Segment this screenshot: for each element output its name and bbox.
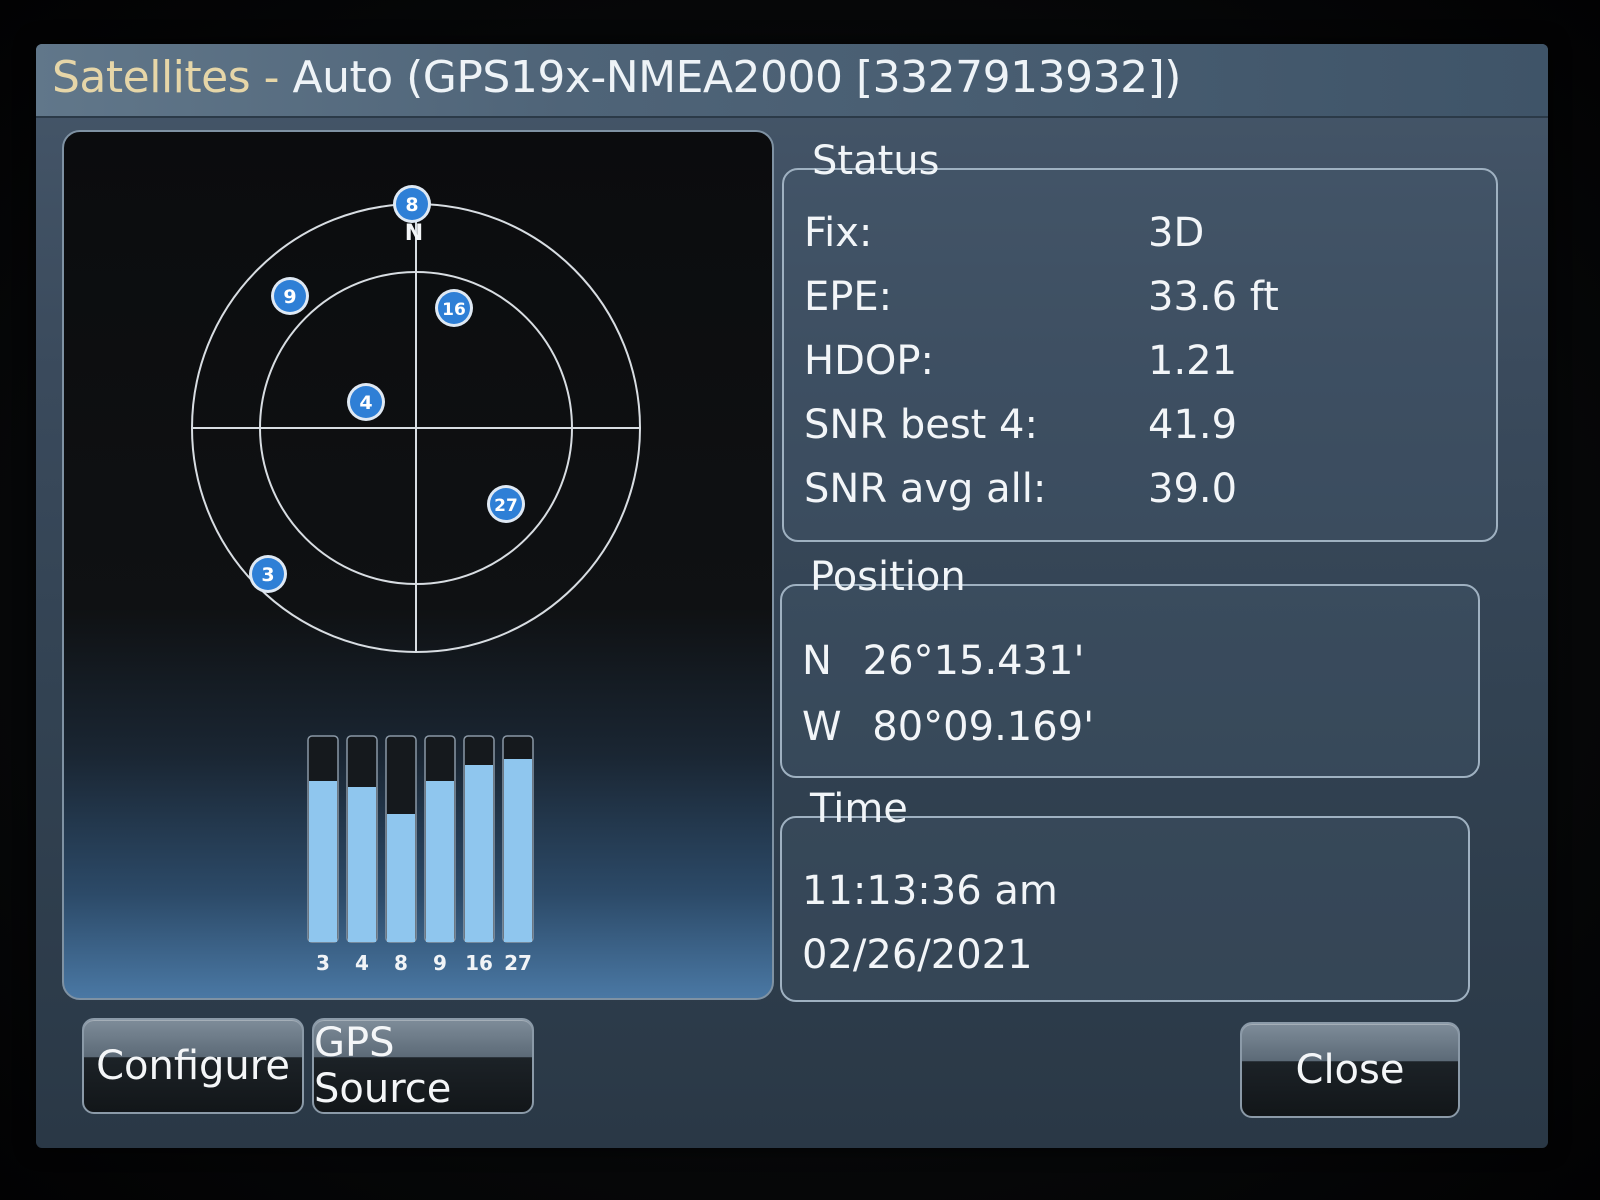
satellite-prn-label: 8 bbox=[405, 194, 418, 216]
snr-avg-label: SNR avg all: bbox=[804, 466, 1047, 512]
satellite-marker-27: 27 bbox=[487, 485, 525, 523]
button-bar: Configure GPS Source Close bbox=[36, 1008, 1548, 1148]
signal-bar-4: 4 bbox=[346, 735, 378, 975]
satellite-marker-16: 16 bbox=[435, 289, 473, 327]
longitude-hemisphere: W bbox=[802, 704, 842, 750]
signal-bar-label: 9 bbox=[433, 951, 447, 975]
signal-bar-label: 4 bbox=[355, 951, 369, 975]
longitude-row: W 80°09.169' bbox=[802, 704, 1094, 750]
date-row: 02/26/2021 bbox=[802, 932, 1033, 978]
title-source: Auto (GPS19x-NMEA2000 [3327913932]) bbox=[292, 52, 1181, 103]
fix-label: Fix: bbox=[804, 210, 873, 256]
title-prefix: Satellites - bbox=[52, 52, 293, 103]
signal-bar-fill bbox=[426, 781, 454, 942]
status-group: Status Fix: 3D EPE: 33.6 ft HDOP: 1.21 S… bbox=[782, 138, 1498, 542]
close-button[interactable]: Close bbox=[1240, 1022, 1460, 1118]
position-group: Position N 26°15.431' W 80°09.169' bbox=[780, 554, 1480, 778]
signal-bar-label: 8 bbox=[394, 951, 408, 975]
signal-bar-fill bbox=[348, 787, 376, 942]
snr-avg-value: 39.0 bbox=[1148, 466, 1238, 512]
epe-value: 33.6 ft bbox=[1148, 274, 1279, 320]
signal-bar-fill bbox=[465, 765, 493, 942]
title-bar: Satellites - Auto (GPS19x-NMEA2000 [3327… bbox=[36, 44, 1548, 118]
satellite-prn-label: 27 bbox=[494, 496, 518, 516]
satellite-prn-label: 9 bbox=[283, 286, 296, 308]
signal-bar-8: 8 bbox=[385, 735, 417, 975]
signal-bar-fill bbox=[309, 781, 337, 942]
longitude-value: 80°09.169' bbox=[872, 704, 1095, 750]
signal-bar-label: 27 bbox=[504, 951, 532, 975]
satellite-prn-label: 4 bbox=[359, 392, 372, 414]
signal-bar-16: 16 bbox=[463, 735, 495, 975]
gps-source-button[interactable]: GPS Source bbox=[312, 1018, 534, 1114]
snr-best-label: SNR best 4: bbox=[804, 402, 1038, 448]
status-legend: Status bbox=[812, 138, 940, 184]
signal-bar-9: 9 bbox=[424, 735, 456, 975]
signal-bar-label: 3 bbox=[316, 951, 330, 975]
signal-bar-fill bbox=[387, 814, 415, 942]
signal-bar-layer: 3 4 8 9 16 27 bbox=[307, 735, 534, 975]
hdop-value: 1.21 bbox=[1148, 338, 1238, 384]
time-group: Time 11:13:36 am 02/26/2021 bbox=[780, 786, 1470, 1002]
satellite-marker-3: 3 bbox=[249, 555, 287, 593]
satellites-screen: Satellites - Auto (GPS19x-NMEA2000 [3327… bbox=[36, 44, 1548, 1148]
hdop-label: HDOP: bbox=[804, 338, 934, 384]
satellite-marker-9: 9 bbox=[271, 277, 309, 315]
snr-best-value: 41.9 bbox=[1148, 402, 1238, 448]
clock-value: 11:13:36 am bbox=[802, 868, 1058, 914]
device-bezel: Satellites - Auto (GPS19x-NMEA2000 [3327… bbox=[0, 0, 1600, 1200]
latitude-value: 26°15.431' bbox=[862, 638, 1085, 684]
date-value: 02/26/2021 bbox=[802, 932, 1033, 978]
position-legend: Position bbox=[810, 554, 966, 600]
satellite-marker-4: 4 bbox=[347, 383, 385, 421]
clock-row: 11:13:36 am bbox=[802, 868, 1058, 914]
epe-label: EPE: bbox=[804, 274, 893, 320]
satellite-marker-8: 8 bbox=[393, 185, 431, 223]
satellite-layer: 8 9 16 4 27 3 bbox=[249, 185, 525, 593]
window-title: Satellites - Auto (GPS19x-NMEA2000 [3327… bbox=[52, 52, 1181, 103]
satellite-prn-label: 16 bbox=[442, 300, 466, 320]
signal-bar-fill bbox=[504, 759, 532, 942]
configure-button[interactable]: Configure bbox=[82, 1018, 304, 1114]
fix-value: 3D bbox=[1148, 210, 1205, 256]
north-label: N bbox=[405, 221, 423, 246]
signal-bar-label: 16 bbox=[465, 951, 493, 975]
signal-bar-27: 27 bbox=[502, 735, 534, 975]
signal-bar-3: 3 bbox=[307, 735, 339, 975]
latitude-row: N 26°15.431' bbox=[802, 638, 1085, 684]
latitude-hemisphere: N bbox=[802, 638, 832, 684]
sky-view-plot: N 8 9 16 4 27 3 3 4 8 9 16 27 bbox=[191, 185, 641, 975]
time-legend: Time bbox=[810, 786, 908, 832]
sky-view-panel: N 8 9 16 4 27 3 3 4 8 9 16 27 bbox=[62, 130, 774, 1000]
satellite-prn-label: 3 bbox=[261, 564, 274, 586]
